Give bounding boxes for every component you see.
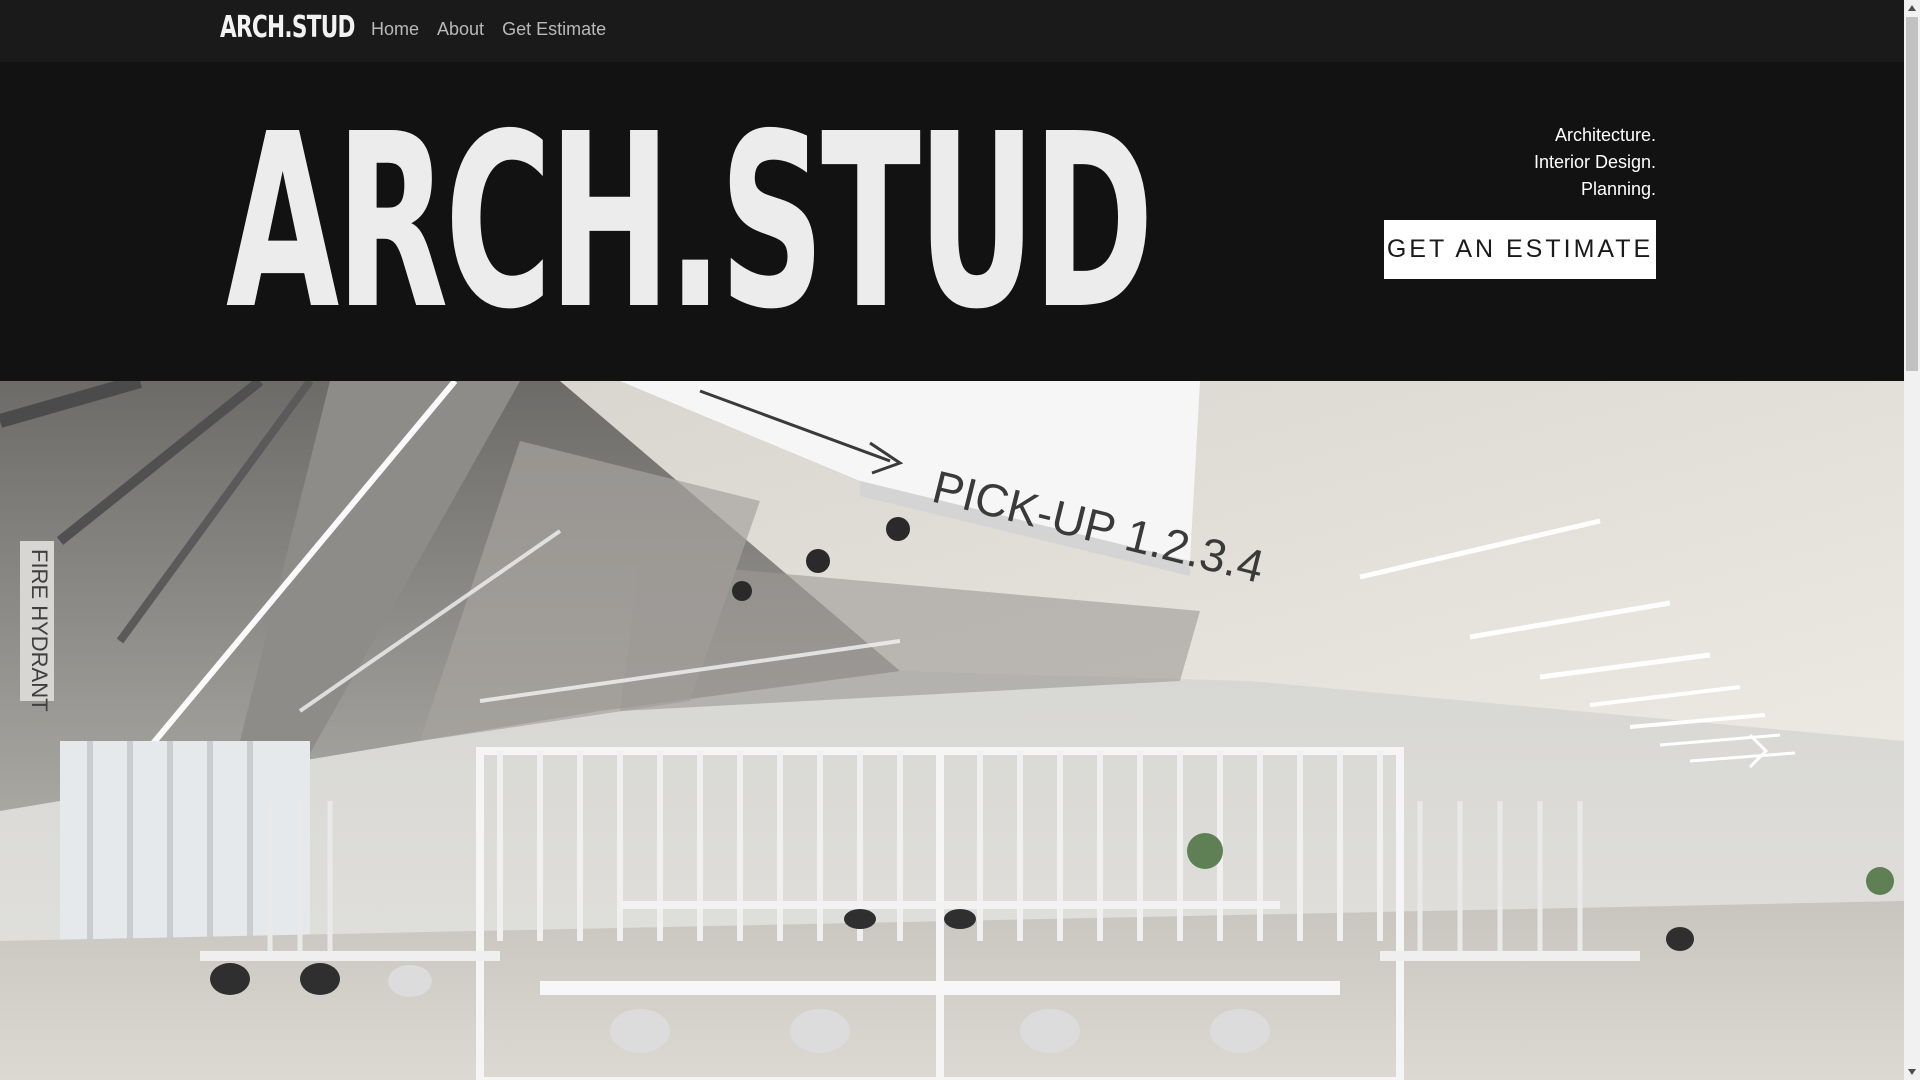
scroll-thumb[interactable]	[1906, 17, 1918, 371]
scroll-up-button[interactable]	[1904, 0, 1920, 16]
nav-links: Home About Get Estimate	[371, 19, 606, 40]
tagline-line-interior-design: Interior Design.	[1533, 152, 1656, 172]
nav-link-get-estimate[interactable]: Get Estimate	[502, 19, 606, 40]
triangle-down-icon	[1908, 1069, 1916, 1075]
hero-carousel: PICK-UP 1.2.3.4 FIRE HYDRANT	[0, 381, 1904, 1080]
navbar: ARCH.STUD Home About Get Estimate	[0, 0, 1904, 62]
carousel-next-button[interactable]	[1744, 729, 1772, 773]
nav-link-about[interactable]: About	[437, 19, 484, 40]
chevron-right-icon	[1748, 733, 1769, 769]
sign-side-text: FIRE HYDRANT	[27, 549, 52, 712]
get-estimate-button[interactable]: GET AN ESTIMATE	[1384, 220, 1656, 279]
hero-title: ARCH.STUD	[226, 82, 1154, 362]
tagline-line-planning: Planning.	[1580, 179, 1656, 199]
tagline-line-architecture: Architecture.	[1554, 125, 1656, 145]
office-interior-photo: PICK-UP 1.2.3.4 FIRE HYDRANT	[0, 381, 1904, 1080]
page: ARCH.STUD Home About Get Estimate ARCH.S…	[0, 0, 1904, 1080]
brand-logo[interactable]: ARCH.STUD	[220, 10, 355, 45]
vertical-scrollbar[interactable]	[1904, 0, 1920, 1080]
nav-link-home[interactable]: Home	[371, 19, 419, 40]
hero-section: ARCH.STUD Architecture. Interior Design.…	[0, 62, 1904, 381]
hero-tagline: Architecture. Interior Design. Planning.	[1534, 122, 1656, 203]
scroll-down-button[interactable]	[1904, 1064, 1920, 1080]
triangle-up-icon	[1908, 5, 1916, 11]
